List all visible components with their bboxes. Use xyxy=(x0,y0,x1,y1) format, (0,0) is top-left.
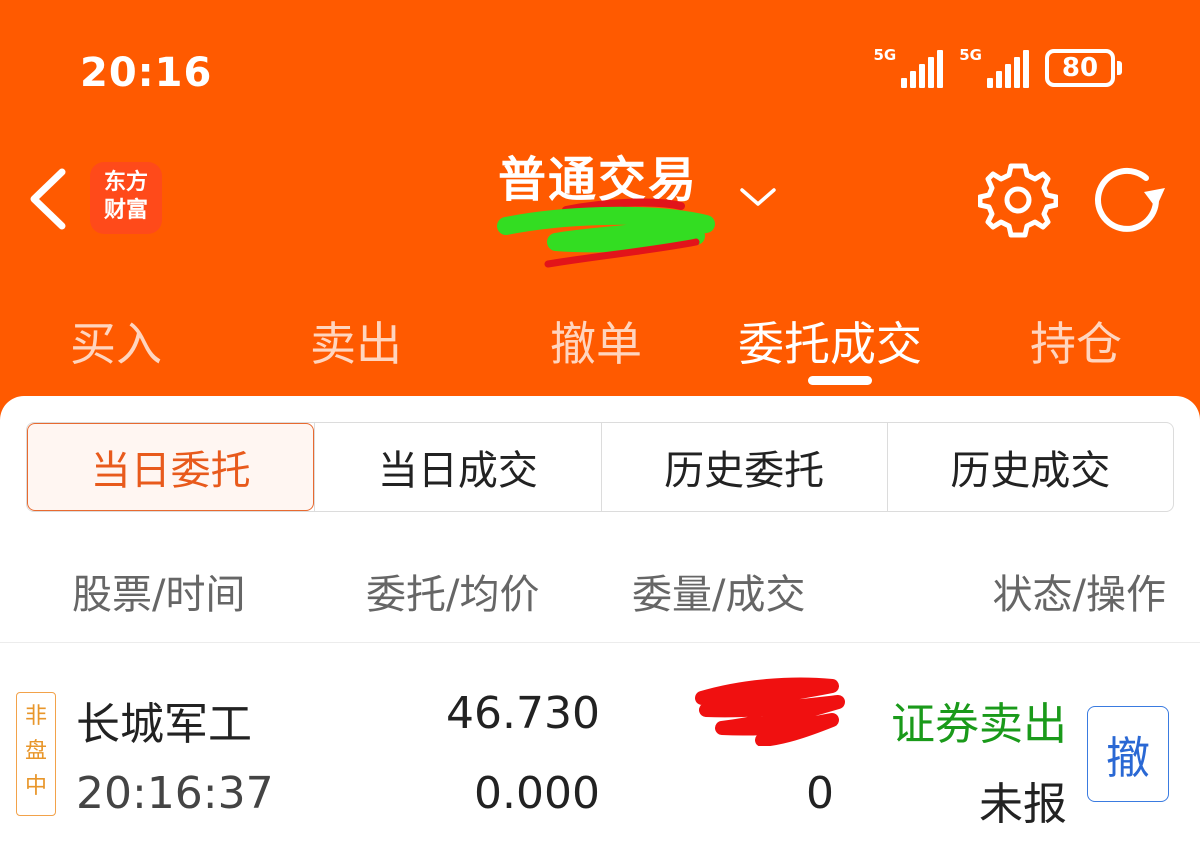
status-time: 20:16 xyxy=(80,50,213,96)
app-logo[interactable]: 东方 财富 xyxy=(90,162,162,234)
segment-history-trades[interactable]: 历史成交 xyxy=(886,423,1173,511)
cellular-signal-icon-2: 5G xyxy=(959,48,1029,88)
gear-icon[interactable] xyxy=(978,160,1058,240)
segment-history-orders[interactable]: 历史委托 xyxy=(600,423,887,511)
order-time: 20:16:37 xyxy=(76,768,274,819)
order-price: 46.730 xyxy=(446,688,600,739)
filled-quantity: 0 xyxy=(806,768,834,819)
active-tab-indicator xyxy=(808,376,872,385)
main-tabs: 买入 卖出 撤单 委托成交 持仓 xyxy=(0,300,1200,390)
segment-today-trades[interactable]: 当日成交 xyxy=(314,423,600,511)
column-header-price: 委托/均价 xyxy=(366,572,540,618)
column-header-stock-time: 股票/时间 xyxy=(72,572,246,618)
redaction-scribble xyxy=(497,198,715,268)
refresh-icon[interactable] xyxy=(1088,162,1168,242)
battery-icon: 80 xyxy=(1045,49,1122,87)
order-segment-control: 当日委托 当日成交 历史委托 历史成交 xyxy=(26,422,1174,512)
order-direction: 证券卖出 xyxy=(891,699,1067,750)
status-icons: 5G 5G 80 xyxy=(874,48,1122,88)
order-status: 未报 xyxy=(979,779,1067,830)
tab-positions[interactable]: 持仓 xyxy=(1030,308,1122,374)
content-panel: 当日委托 当日成交 历史委托 历史成交 股票/时间 委托/均价 委量/成交 状态… xyxy=(0,396,1200,865)
back-arrow-icon[interactable] xyxy=(24,164,72,234)
chevron-down-icon[interactable] xyxy=(738,182,778,212)
tab-orders-trades[interactable]: 委托成交 xyxy=(738,308,922,374)
tab-cancel-order[interactable]: 撤单 xyxy=(550,308,642,374)
stock-name: 长城军工 xyxy=(76,699,252,750)
segment-today-orders[interactable]: 当日委托 xyxy=(27,423,315,511)
header-divider xyxy=(0,642,1200,643)
tab-buy[interactable]: 买入 xyxy=(70,308,162,374)
column-header-status: 状态/操作 xyxy=(992,572,1166,618)
tab-sell[interactable]: 卖出 xyxy=(310,308,402,374)
battery-level: 80 xyxy=(1045,49,1115,87)
average-price: 0.000 xyxy=(474,768,600,819)
off-hours-badge: 非盘中 xyxy=(16,692,56,816)
column-header-quantity: 委量/成交 xyxy=(632,572,806,618)
cellular-signal-icon: 5G xyxy=(874,48,944,88)
app-header: 20:16 5G 5G 80 东方 财富 普通交易 买入 卖出 撤单 委托成交 … xyxy=(0,0,1200,420)
cancel-order-button[interactable]: 撤 xyxy=(1087,706,1169,802)
redacted-quantity xyxy=(695,677,845,746)
